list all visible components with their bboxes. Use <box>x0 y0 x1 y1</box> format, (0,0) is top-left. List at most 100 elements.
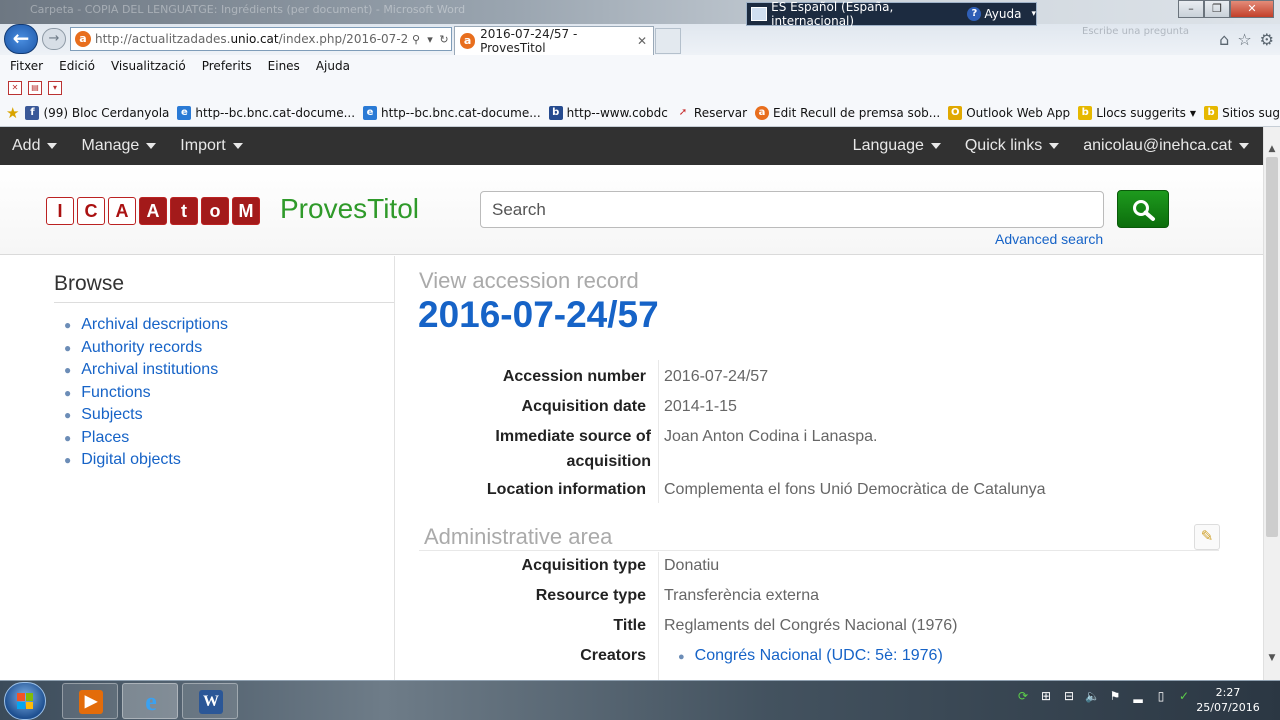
language-label[interactable]: ES Español (España, internacional) <box>771 0 955 28</box>
gear-icon[interactable]: ⚙ <box>1260 30 1274 49</box>
site-title[interactable]: ProvesTitol <box>280 193 419 225</box>
volume-icon[interactable]: 🔈 <box>1085 689 1100 703</box>
refresh-icon[interactable]: ↻ <box>437 33 451 46</box>
menu-item[interactable]: Visualització <box>111 59 186 73</box>
windows-flag-icon[interactable]: ⊞ <box>1039 689 1053 703</box>
menu-user[interactable]: anicolau@inehca.cat <box>1083 137 1249 155</box>
ie-page-icon: e <box>177 106 192 120</box>
bdc-icon: b <box>548 106 563 120</box>
menu-item[interactable]: Eines <box>268 59 300 73</box>
browse-item-archival-institutions: ● Archival institutions <box>64 361 219 379</box>
favorite-item[interactable]: bSitios sugeridos▼ <box>1204 106 1280 120</box>
clock-date: 25/07/2016 <box>1196 701 1260 714</box>
address-url[interactable]: http://actualitzadades.unio.cat/index.ph… <box>95 32 409 46</box>
field-value: Reglaments del Congrés Nacional (1976) <box>664 617 958 634</box>
favorite-item[interactable]: e http--bc.bnc.cat-docume... <box>177 106 355 120</box>
minimize-button[interactable]: – <box>1178 0 1204 18</box>
taskbar-clock[interactable]: 2:27 25/07/2016 <box>1192 685 1264 715</box>
favorite-item[interactable]: ➚ Reservar <box>676 106 747 120</box>
language-tray-icon[interactable]: ⊟ <box>1062 689 1076 703</box>
security-check-icon[interactable]: ✓ <box>1177 689 1191 703</box>
menu-item[interactable]: Edició <box>59 59 95 73</box>
search-icon[interactable]: ⚲ <box>409 33 423 46</box>
favorite-item[interactable]: O Outlook Web App <box>948 106 1070 120</box>
icaatom-logo[interactable]: I C A A t o M <box>46 197 260 225</box>
field-label: Accession number <box>502 368 646 385</box>
menu-quick-links[interactable]: Quick links <box>965 137 1060 155</box>
close-tab-icon[interactable]: ✕ <box>637 34 647 48</box>
magnifier-icon <box>1133 200 1155 221</box>
favorites-star-icon[interactable]: ☆ <box>1237 30 1251 49</box>
new-tab-button[interactable] <box>655 28 681 54</box>
restore-button[interactable]: ❐ <box>1204 0 1230 18</box>
search-button[interactable] <box>1117 190 1169 228</box>
menu-manage[interactable]: Manage <box>81 137 157 155</box>
pdf-icon[interactable]: ✕ <box>8 81 22 95</box>
help-icon: ? <box>967 7 982 21</box>
field-value: ● Congrés Nacional (UDC: 5è: 1976) <box>678 647 943 664</box>
sync-icon[interactable]: ⟳ <box>1016 689 1030 703</box>
field-value: Transferència externa <box>664 587 820 604</box>
home-icon[interactable]: ⌂ <box>1219 30 1229 49</box>
page-scrollbar[interactable]: ▲ ▼ <box>1263 127 1280 680</box>
menu-item[interactable]: Fitxer <box>10 59 43 73</box>
taskbar-word[interactable]: W <box>182 683 238 719</box>
field-label: Title <box>613 617 646 634</box>
browse-item-authority-records: ● Authority records <box>64 338 203 356</box>
scroll-thumb[interactable] <box>1266 157 1278 537</box>
menu-add[interactable]: Add <box>12 137 58 155</box>
power-icon[interactable]: ▯ <box>1154 689 1168 703</box>
menu-item[interactable]: Preferits <box>202 59 252 73</box>
menu-item[interactable]: Ajuda <box>316 59 350 73</box>
browse-item-digital-objects: ● Digital objects <box>64 451 181 469</box>
back-button[interactable]: ← <box>4 24 38 54</box>
field-value: Joan Anton Codina i Lanaspa. <box>664 428 878 445</box>
taskbar-internet-explorer[interactable]: e <box>122 683 178 719</box>
scroll-down-icon[interactable]: ▼ <box>1264 650 1280 666</box>
start-button[interactable] <box>4 682 46 720</box>
favorite-item[interactable]: a Edit Recull de premsa sob... <box>755 106 940 120</box>
help-label: Ayuda <box>984 7 1022 21</box>
field-label: Acquisition type <box>521 557 646 574</box>
favorite-item[interactable]: b http--www.cobdc <box>548 106 668 120</box>
bing-icon: b <box>1204 106 1219 120</box>
tab-title: 2016-07-24/57 - ProvesTitol <box>480 27 578 55</box>
field-label: Acquisition date <box>521 398 646 415</box>
close-window-button[interactable]: ✕ <box>1230 0 1274 18</box>
signal-icon[interactable]: ▂ <box>1131 689 1145 703</box>
field-label: Creators <box>580 647 646 664</box>
edit-pencil-icon[interactable]: ✎ <box>1194 524 1220 550</box>
taskbar: ▶ e W ⟳ ⊞ ⊟ 🔈 ⚑ ▂ ▯ ✓ 2:27 25/07/2016 <box>0 680 1280 720</box>
language-bar[interactable]: ES Español (España, internacional) ? Ayud… <box>746 0 1037 28</box>
language-bar-menu-icon[interactable]: ▾ <box>1031 9 1036 19</box>
favorite-item[interactable]: e http--bc.bnc.cat-docume... <box>363 106 541 120</box>
taskbar-media-player[interactable]: ▶ <box>62 683 118 719</box>
atom-icon: a <box>755 106 770 120</box>
field-value: 2016-07-24/57 <box>664 368 769 385</box>
internet-explorer-icon: e <box>145 687 157 716</box>
scroll-up-icon[interactable]: ▲ <box>1264 141 1280 157</box>
advanced-search-link[interactable]: Advanced search <box>995 231 1103 247</box>
dropdown-icon[interactable]: ▾ <box>423 33 437 46</box>
search-input[interactable]: Search <box>480 191 1104 228</box>
creator-link[interactable]: Congrés Nacional (UDC: 5è: 1976) <box>695 647 943 664</box>
browser-tools: ⌂ ☆ ⚙ <box>1219 30 1274 49</box>
administrative-area-heading: Administrative area <box>419 521 1219 551</box>
menu-import[interactable]: Import <box>180 137 243 155</box>
pdf-options-icon[interactable]: ▤ <box>28 81 42 95</box>
background-window-title: Carpeta - COPIA DEL LENGUATGE: Ingrédien… <box>30 3 466 16</box>
field-value: 2014-1-15 <box>664 398 737 415</box>
address-bar[interactable]: a http://actualitzadades.unio.cat/index.… <box>70 27 452 51</box>
word-icon: W <box>199 690 223 714</box>
add-favorites-icon[interactable]: ★ <box>6 104 19 122</box>
app-topnav: Add Manage Import Language Quick links a… <box>0 127 1263 165</box>
window-titlebar: Carpeta - COPIA DEL LENGUATGE: Ingrédien… <box>0 0 1280 24</box>
favorite-item[interactable]: f (99) Bloc Cerdanyola <box>25 106 169 120</box>
help-button[interactable]: ? Ayuda <box>967 7 1021 21</box>
menu-language[interactable]: Language <box>853 137 941 155</box>
action-center-flag-icon[interactable]: ⚑ <box>1108 689 1122 703</box>
forward-button[interactable]: → <box>42 28 66 50</box>
favorite-item[interactable]: b Llocs suggerits ▼ <box>1078 106 1196 120</box>
pdf-dropdown-icon[interactable]: ▾ <box>48 81 62 95</box>
tab-active[interactable]: a 2016-07-24/57 - ProvesTitol ✕ <box>454 26 654 55</box>
